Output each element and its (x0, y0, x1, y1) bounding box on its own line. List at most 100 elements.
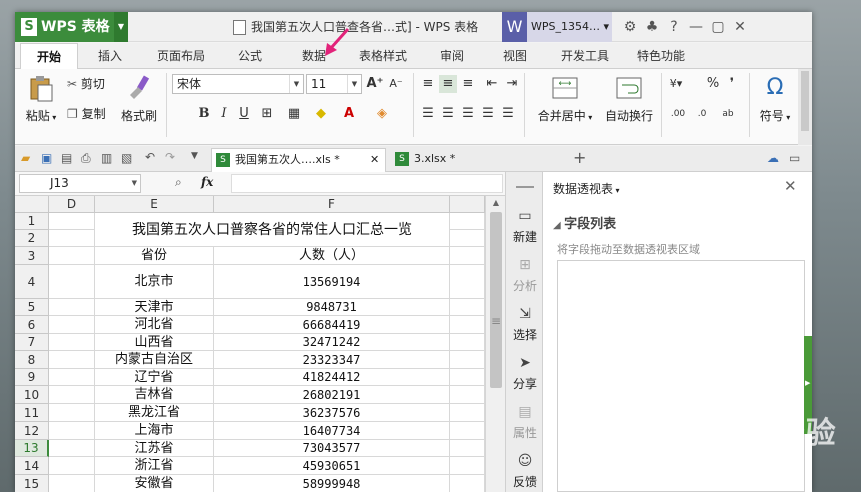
font-size-chevron-icon[interactable]: ▼ (347, 75, 361, 93)
fill-color-icon[interactable]: ◆ (312, 105, 330, 123)
italic-button[interactable]: I (215, 105, 233, 123)
pivot-title-chevron-icon[interactable]: ▾ (613, 186, 620, 195)
row-header[interactable]: 3 (15, 247, 49, 265)
grid-cell[interactable] (49, 351, 95, 369)
zoom-icon[interactable]: ⌕ (175, 175, 182, 190)
sidebar-button-select[interactable]: ⇲ 选择 (506, 300, 544, 348)
paste-button[interactable]: 粘贴 ▾ (21, 73, 61, 124)
bold-button[interactable]: B (195, 105, 213, 123)
close-icon[interactable]: ✕ (729, 12, 751, 42)
header-cell-province[interactable]: 省份 (95, 247, 214, 265)
tab-formula[interactable]: 公式 (225, 43, 275, 69)
file-tab[interactable]: S 3.xlsx * (391, 148, 481, 172)
paste-chevron-icon[interactable]: ▾ (50, 113, 56, 122)
grid-cell[interactable] (450, 457, 485, 475)
sheet-title-cell[interactable]: 我国第五次人口普察各省的常住人口汇总一览 (95, 213, 450, 247)
print-icon[interactable]: ⎙ (81, 151, 91, 166)
account-area[interactable]: W WPS_1354… ▾ (502, 12, 612, 42)
shirt-icon[interactable]: ♣ (641, 12, 663, 42)
tab-view[interactable]: 视图 (490, 43, 540, 69)
sidebar-button-properties[interactable]: ▤ 属性 (506, 398, 544, 446)
population-cell[interactable]: 66684419 (214, 316, 450, 334)
spreadsheet-grid[interactable]: D E F 1 2 3 4 北京市 13569194 5 天津市 9848731 6 河北省 6668… (15, 196, 485, 492)
align-right-icon[interactable]: ☰ (459, 105, 477, 123)
percent-button[interactable]: % (704, 75, 722, 93)
province-cell[interactable]: 江苏省 (95, 440, 214, 457)
grid-cell[interactable] (49, 369, 95, 386)
cut-button[interactable]: ✂ 剪切 (67, 75, 105, 92)
grid-cell[interactable] (450, 422, 485, 440)
row-header[interactable]: 2 (15, 230, 49, 247)
grid-cell[interactable] (450, 213, 485, 230)
grid-cell[interactable] (450, 247, 485, 265)
symbol-button[interactable]: Ω 符号 ▾ (753, 73, 797, 124)
grid-cell[interactable] (450, 475, 485, 492)
row-header[interactable]: 12 (15, 422, 49, 440)
file-tab-active[interactable]: S 我国第五次人….xls * ✕ (211, 148, 386, 172)
population-cell[interactable]: 13569194 (214, 265, 450, 299)
grid-cell[interactable] (49, 404, 95, 422)
minimize-icon[interactable]: — (685, 12, 707, 42)
font-chevron-icon[interactable]: ▼ (289, 75, 303, 93)
column-header-g[interactable] (450, 196, 485, 213)
ribbon-scrollbar[interactable] (798, 69, 812, 145)
column-header-e[interactable]: E (95, 196, 214, 213)
sidebar-button-share[interactable]: ➤ 分享 (506, 349, 544, 397)
font-color-icon[interactable]: A (340, 105, 358, 123)
column-header-f[interactable]: F (214, 196, 450, 213)
province-cell[interactable]: 内蒙古自治区 (95, 351, 214, 369)
population-cell[interactable]: 9848731 (214, 299, 450, 316)
sidebar-button-feedback[interactable]: ☺ 反馈 (506, 447, 544, 492)
grid-cell[interactable] (49, 247, 95, 265)
merge-chevron-icon[interactable]: ▾ (586, 113, 592, 122)
grid-cell[interactable] (49, 457, 95, 475)
grid-cell[interactable] (450, 230, 485, 247)
new-tab-icon[interactable]: + (573, 148, 586, 167)
grid-cell[interactable] (49, 475, 95, 492)
grid-cell[interactable] (49, 386, 95, 404)
row-header[interactable]: 14 (15, 457, 49, 475)
row-header[interactable]: 5 (15, 299, 49, 316)
align-bottom-icon[interactable]: ≡ (459, 75, 477, 93)
app-menu-chevron-icon[interactable]: ▼ (114, 12, 128, 42)
row-header[interactable]: 8 (15, 351, 49, 369)
header-cell-population[interactable]: 人数（人） (214, 247, 450, 265)
grid-cell[interactable] (450, 404, 485, 422)
indent-increase-icon[interactable]: ⇥ (503, 75, 521, 93)
justify-icon[interactable]: ☰ (479, 105, 497, 123)
settings-icon[interactable]: ⚙ (619, 12, 641, 42)
sidebar-button-analyze[interactable]: ⊞ 分析 (506, 251, 544, 299)
formula-input[interactable] (231, 174, 503, 193)
tab-insert[interactable]: 插入 (85, 43, 135, 69)
grid-cell[interactable] (450, 351, 485, 369)
scroll-up-icon[interactable]: ▲ (486, 198, 506, 207)
grid-cell[interactable] (450, 369, 485, 386)
province-cell[interactable]: 辽宁省 (95, 369, 214, 386)
grid-cell[interactable] (450, 265, 485, 299)
province-cell[interactable]: 吉林省 (95, 386, 214, 404)
column-header-d[interactable]: D (49, 196, 95, 213)
maximize-icon[interactable]: ▢ (707, 12, 729, 42)
population-cell[interactable]: 73043577 (214, 440, 450, 457)
decrease-decimal-icon[interactable]: .0 (693, 105, 711, 123)
province-cell[interactable]: 浙江省 (95, 457, 214, 475)
format-painter-button[interactable]: 格式刷 (117, 73, 161, 124)
merge-center-button[interactable]: ⟷ 合并居中 ▾ (533, 73, 597, 124)
sidebar-handle[interactable] (516, 186, 534, 188)
tab-home[interactable]: 开始 (20, 43, 78, 69)
font-size-select[interactable]: 11 ▼ (306, 74, 362, 94)
province-cell[interactable]: 山西省 (95, 334, 214, 351)
population-cell[interactable]: 26802191 (214, 386, 450, 404)
province-cell[interactable]: 天津市 (95, 299, 214, 316)
quick-access-chevron-icon[interactable]: ▼ (191, 151, 198, 161)
font-name-select[interactable]: 宋体 ▼ (172, 74, 304, 94)
row-header[interactable]: 15 (15, 475, 49, 492)
row-header[interactable]: 6 (15, 316, 49, 334)
province-cell[interactable]: 安徽省 (95, 475, 214, 492)
increase-decimal-icon[interactable]: .00 (669, 105, 687, 123)
population-cell[interactable]: 23323347 (214, 351, 450, 369)
population-cell[interactable]: 45930651 (214, 457, 450, 475)
population-cell[interactable]: 41824412 (214, 369, 450, 386)
grid-vertical-scrollbar[interactable]: ▲ ≡ (485, 196, 505, 492)
border-icon[interactable]: ⊞ (258, 105, 276, 123)
